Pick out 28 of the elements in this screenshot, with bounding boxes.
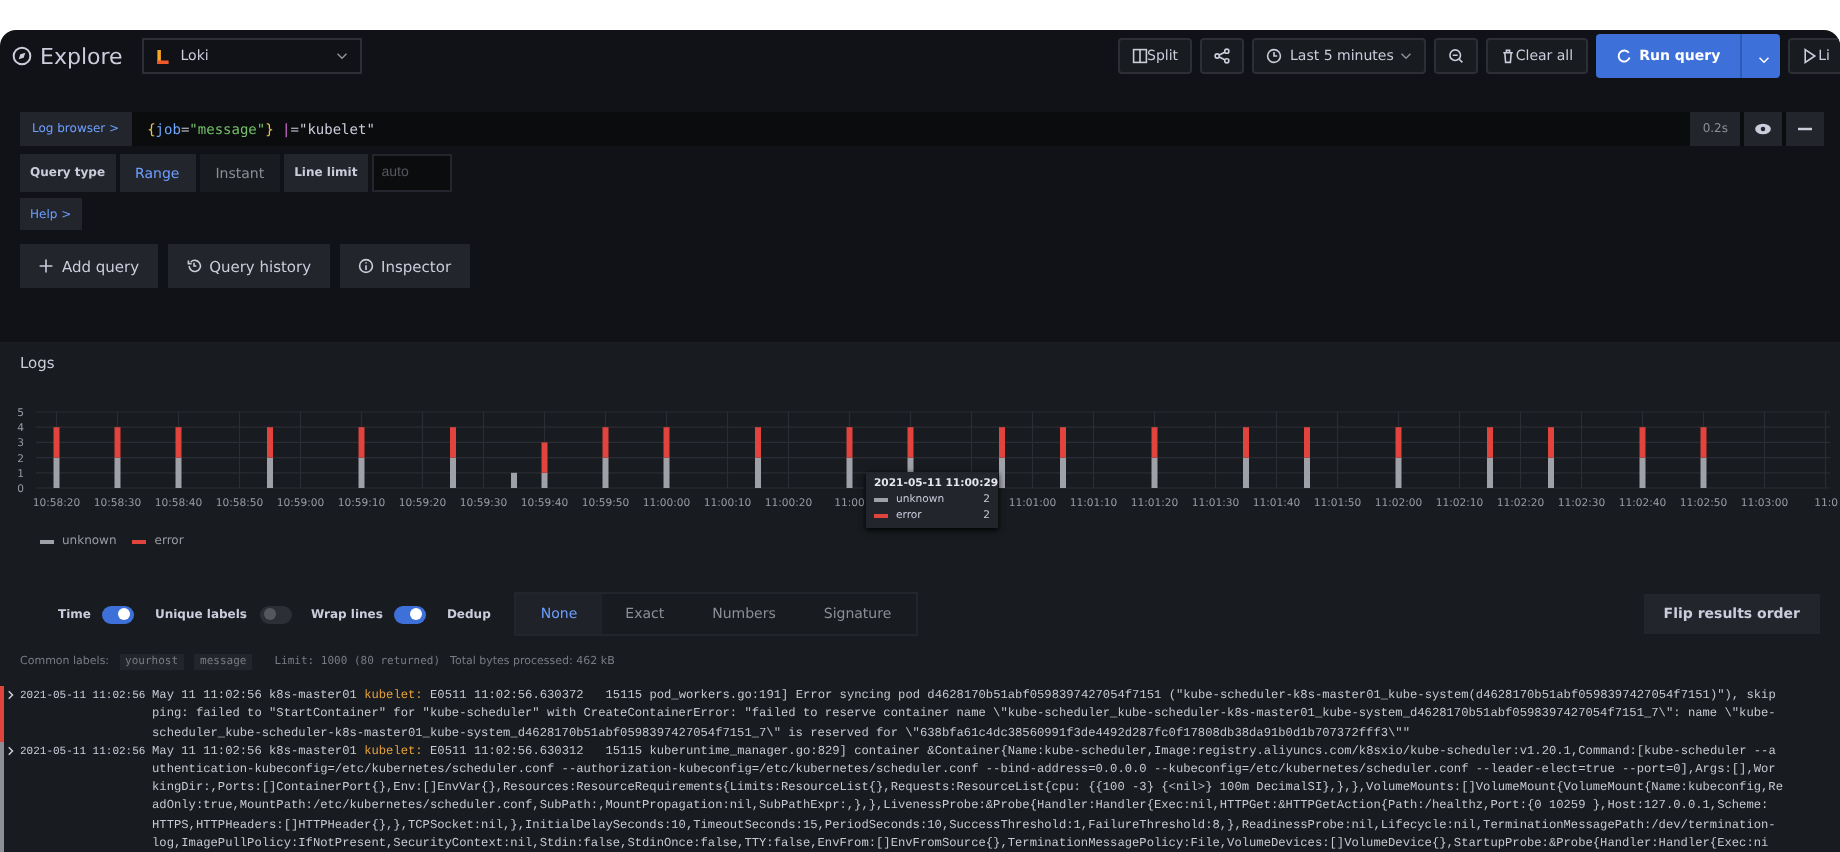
expand-icon[interactable] xyxy=(8,686,14,705)
trash-icon xyxy=(1499,48,1516,65)
toggle-switch[interactable] xyxy=(394,605,427,624)
plus-icon xyxy=(38,258,54,275)
expand-icon[interactable] xyxy=(8,741,14,760)
caret-icon xyxy=(336,52,349,61)
remove-button[interactable] xyxy=(1786,112,1824,147)
eye-icon xyxy=(1754,122,1772,137)
run-options-button[interactable] xyxy=(1740,34,1781,79)
compass-icon xyxy=(12,46,32,67)
share-button[interactable] xyxy=(1200,38,1245,75)
toggle-switch[interactable] xyxy=(259,605,292,624)
toggle-switch[interactable] xyxy=(102,605,135,624)
share-icon xyxy=(1214,48,1231,65)
logo xyxy=(156,47,171,66)
page-title: Explore xyxy=(40,43,123,70)
clock-icon xyxy=(1266,48,1283,65)
eye-button[interactable] xyxy=(1744,112,1782,147)
chart-bar xyxy=(511,473,517,489)
history-icon xyxy=(185,258,202,275)
refresh-icon xyxy=(1615,48,1632,65)
play-icon xyxy=(1802,48,1819,65)
caret-icon xyxy=(1399,52,1412,61)
zoom-out-icon xyxy=(1447,48,1464,65)
caret-icon xyxy=(1758,55,1771,64)
zoom-out-button[interactable] xyxy=(1433,38,1478,75)
info-icon xyxy=(357,258,374,275)
columns-icon xyxy=(1131,48,1147,65)
